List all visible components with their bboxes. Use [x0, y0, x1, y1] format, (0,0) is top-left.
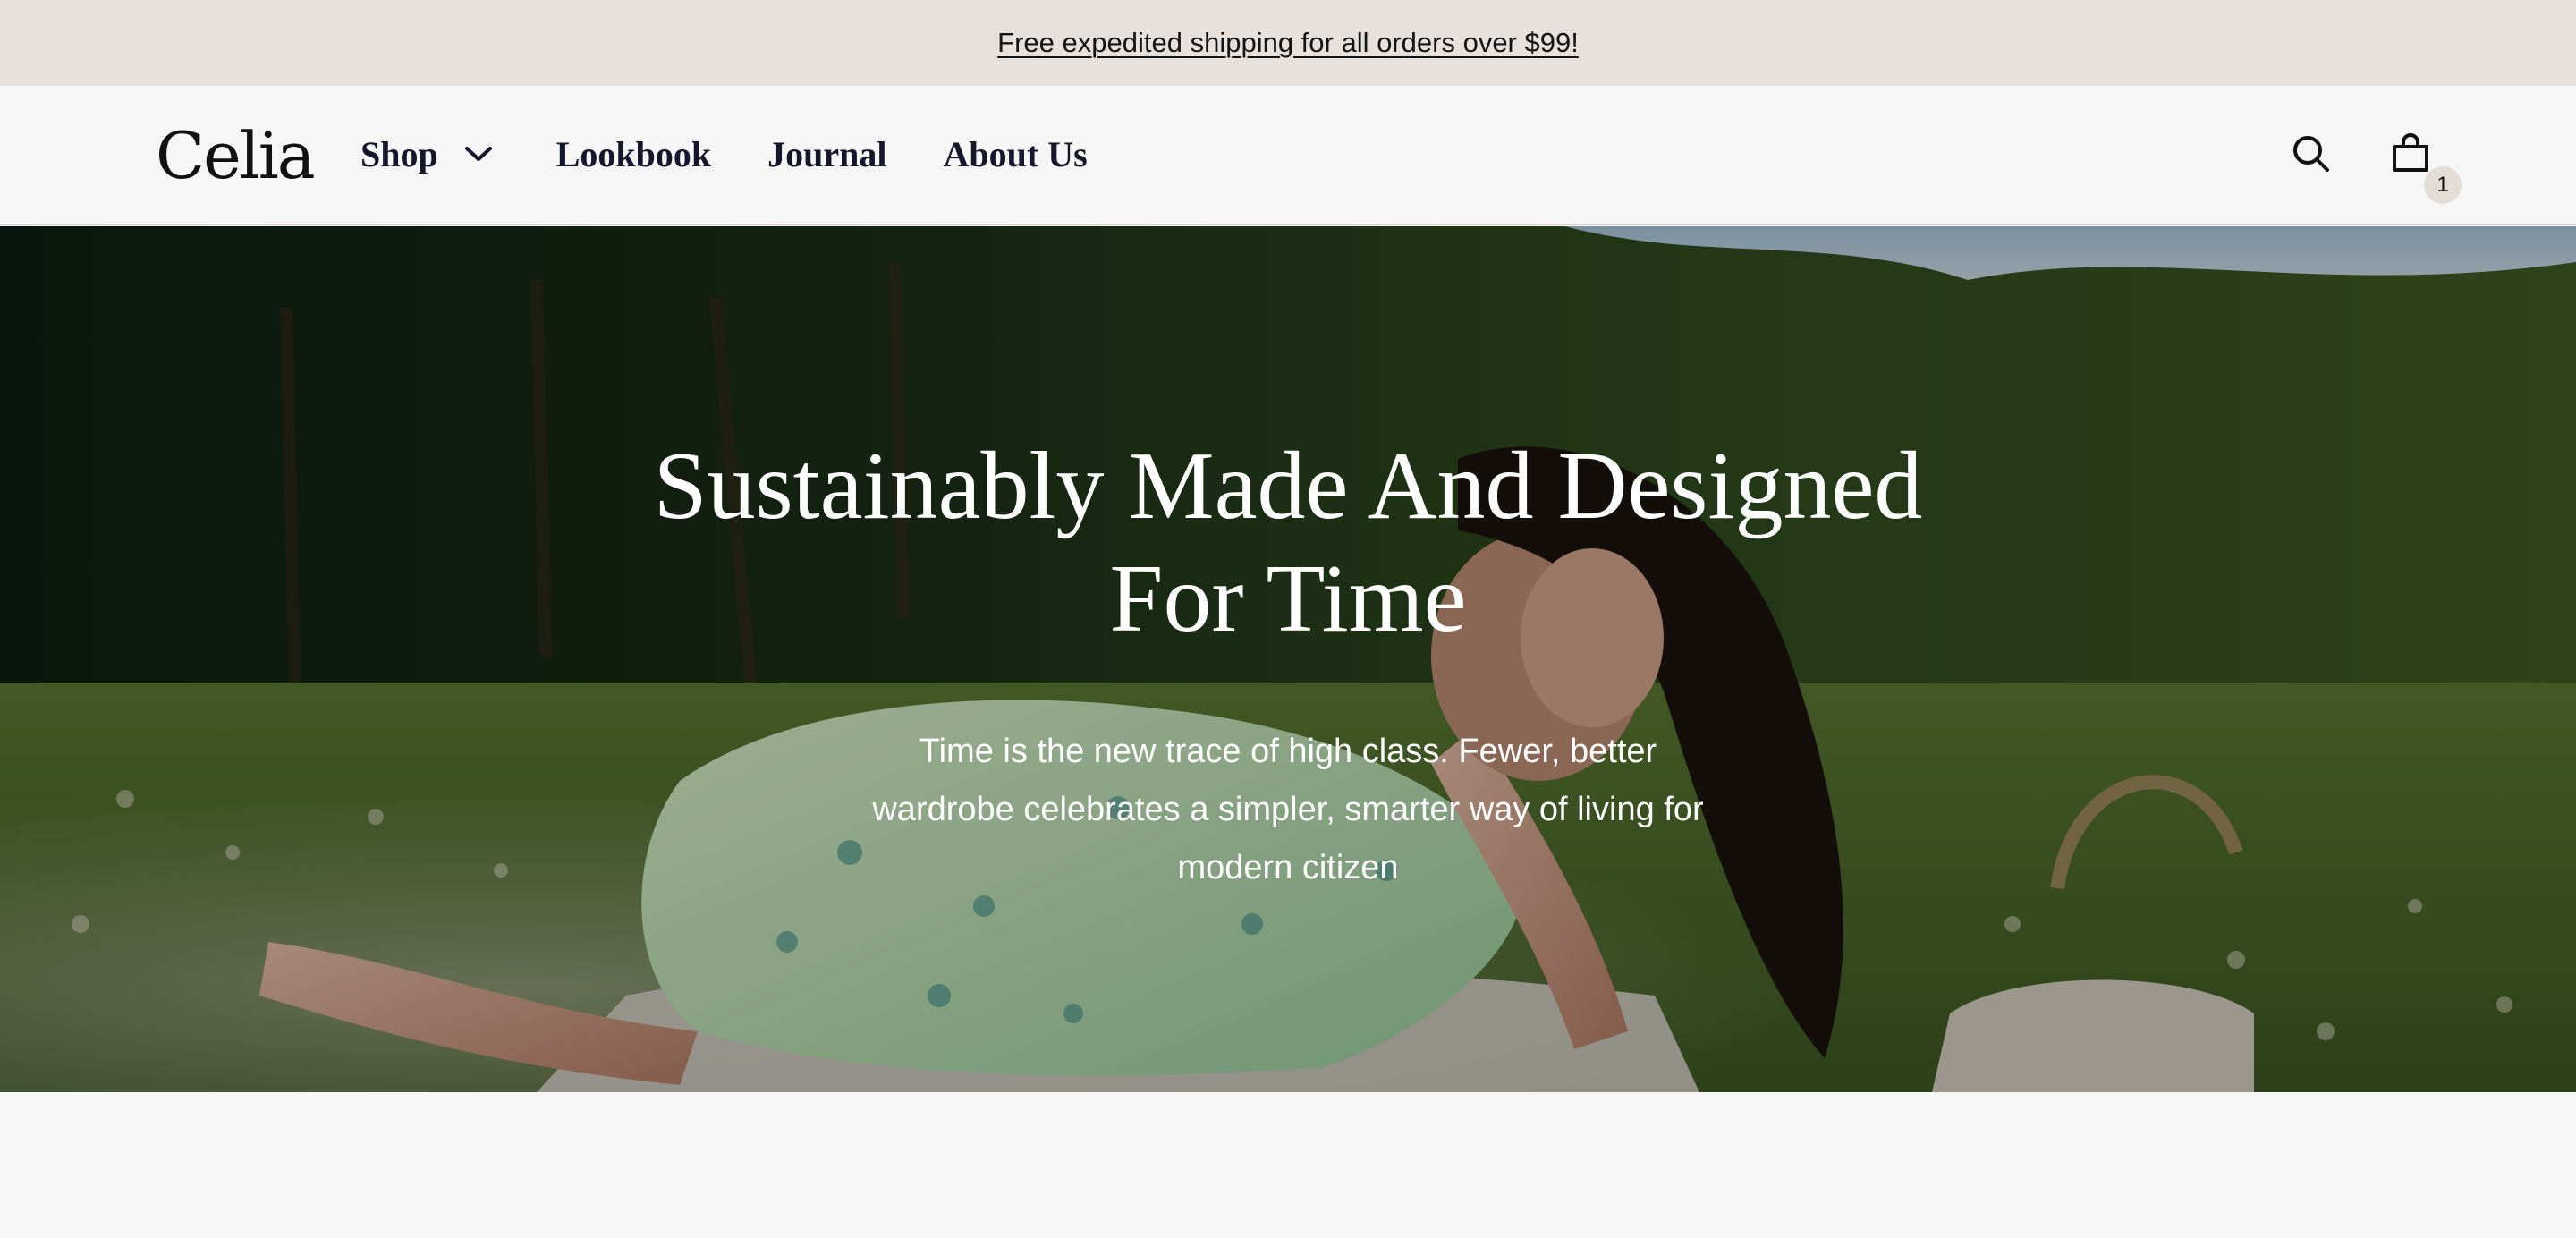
search-button[interactable] — [2292, 134, 2331, 174]
hero-title-line: Sustainably Made And Designed — [653, 433, 1923, 539]
nav-item-shop[interactable]: Shop — [360, 133, 494, 175]
hero-subtitle: Time is the new trace of high class. Few… — [823, 723, 1753, 897]
search-icon — [2293, 136, 2329, 172]
nav-item-journal[interactable]: Journal — [767, 133, 886, 175]
main-nav: Shop Lookbook Journal About Us — [360, 127, 1144, 181]
hero-title: Sustainably Made And Designed For Time — [572, 430, 2004, 656]
page-content-area — [0, 1092, 2576, 1238]
site-header: Celia Shop Lookbook Journal About Us 1 — [0, 86, 2576, 225]
nav-item-lookbook[interactable]: Lookbook — [556, 133, 711, 175]
hero-title-line: For Time — [1109, 546, 1467, 652]
hero-subtitle-line: Time is the new trace of high class. Few… — [919, 733, 1657, 770]
cart-button[interactable] — [2390, 132, 2431, 174]
nav-item-shop-label: Shop — [360, 133, 438, 174]
hero-subtitle-line: modern citizen — [1177, 849, 1399, 886]
hero-overlay — [0, 226, 2576, 1092]
cart-count-badge: 1 — [2424, 166, 2462, 204]
announcement-link[interactable]: Free expedited shipping for all orders o… — [997, 27, 1579, 59]
logo[interactable]: Celia — [156, 120, 316, 191]
cart-icon — [2393, 133, 2428, 172]
chevron-down-icon — [464, 147, 492, 161]
announcement-bar: Free expedited shipping for all orders o… — [0, 0, 2576, 86]
hero-subtitle-line: wardrobe celebrates a simpler, smarter w… — [872, 791, 1704, 828]
hero-banner: Sustainably Made And Designed For Time T… — [0, 226, 2576, 1092]
nav-item-about-us[interactable]: About Us — [944, 133, 1088, 175]
